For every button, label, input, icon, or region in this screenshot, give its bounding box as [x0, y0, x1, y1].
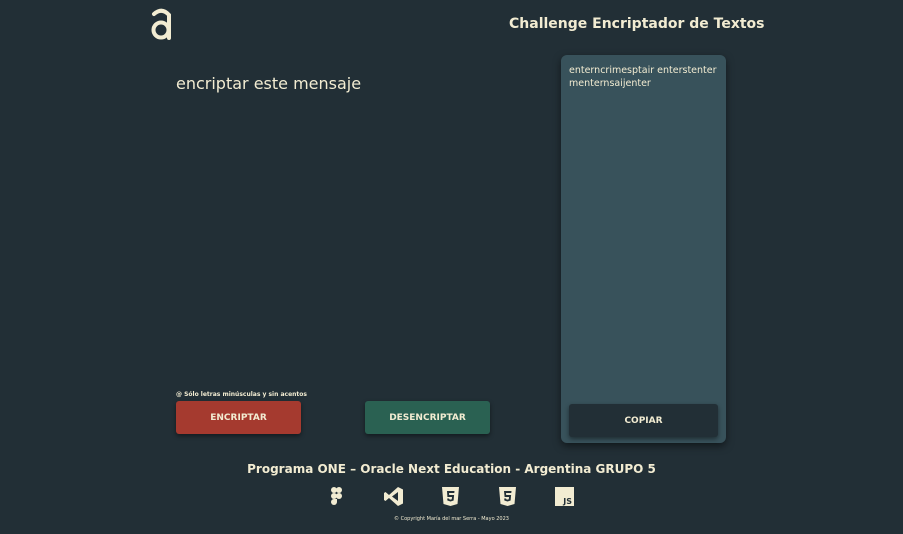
html5-icon[interactable]: [440, 486, 461, 507]
javascript-icon[interactable]: JS: [554, 486, 575, 507]
figma-icon[interactable]: [326, 486, 347, 507]
output-panel: enterncrimesptair enterstenter menternsa…: [561, 55, 726, 443]
page-title: Challenge Encriptador de Textos: [509, 16, 765, 32]
js-badge-text: JS: [562, 497, 572, 506]
encrypt-button[interactable]: ENCRIPTAR: [176, 401, 301, 434]
copy-button[interactable]: COPIAR: [569, 404, 718, 437]
vscode-icon[interactable]: [383, 486, 404, 507]
footer-tech-icons: JS: [326, 486, 575, 507]
message-input[interactable]: encriptar este mensaje: [176, 74, 536, 374]
alura-logo-icon: [151, 8, 171, 40]
decrypt-button[interactable]: DESENCRIPTAR: [365, 401, 490, 434]
output-text: enterncrimesptair enterstenter menternsa…: [569, 65, 717, 89]
copyright-text: © Copyright María del mar Serra - Mayo 2…: [394, 516, 509, 522]
footer-title: Programa ONE – Oracle Next Education - A…: [247, 462, 656, 476]
css3-icon[interactable]: [497, 486, 518, 507]
input-hint: @ Sólo letras minúsculas y sin acentos: [176, 391, 307, 398]
